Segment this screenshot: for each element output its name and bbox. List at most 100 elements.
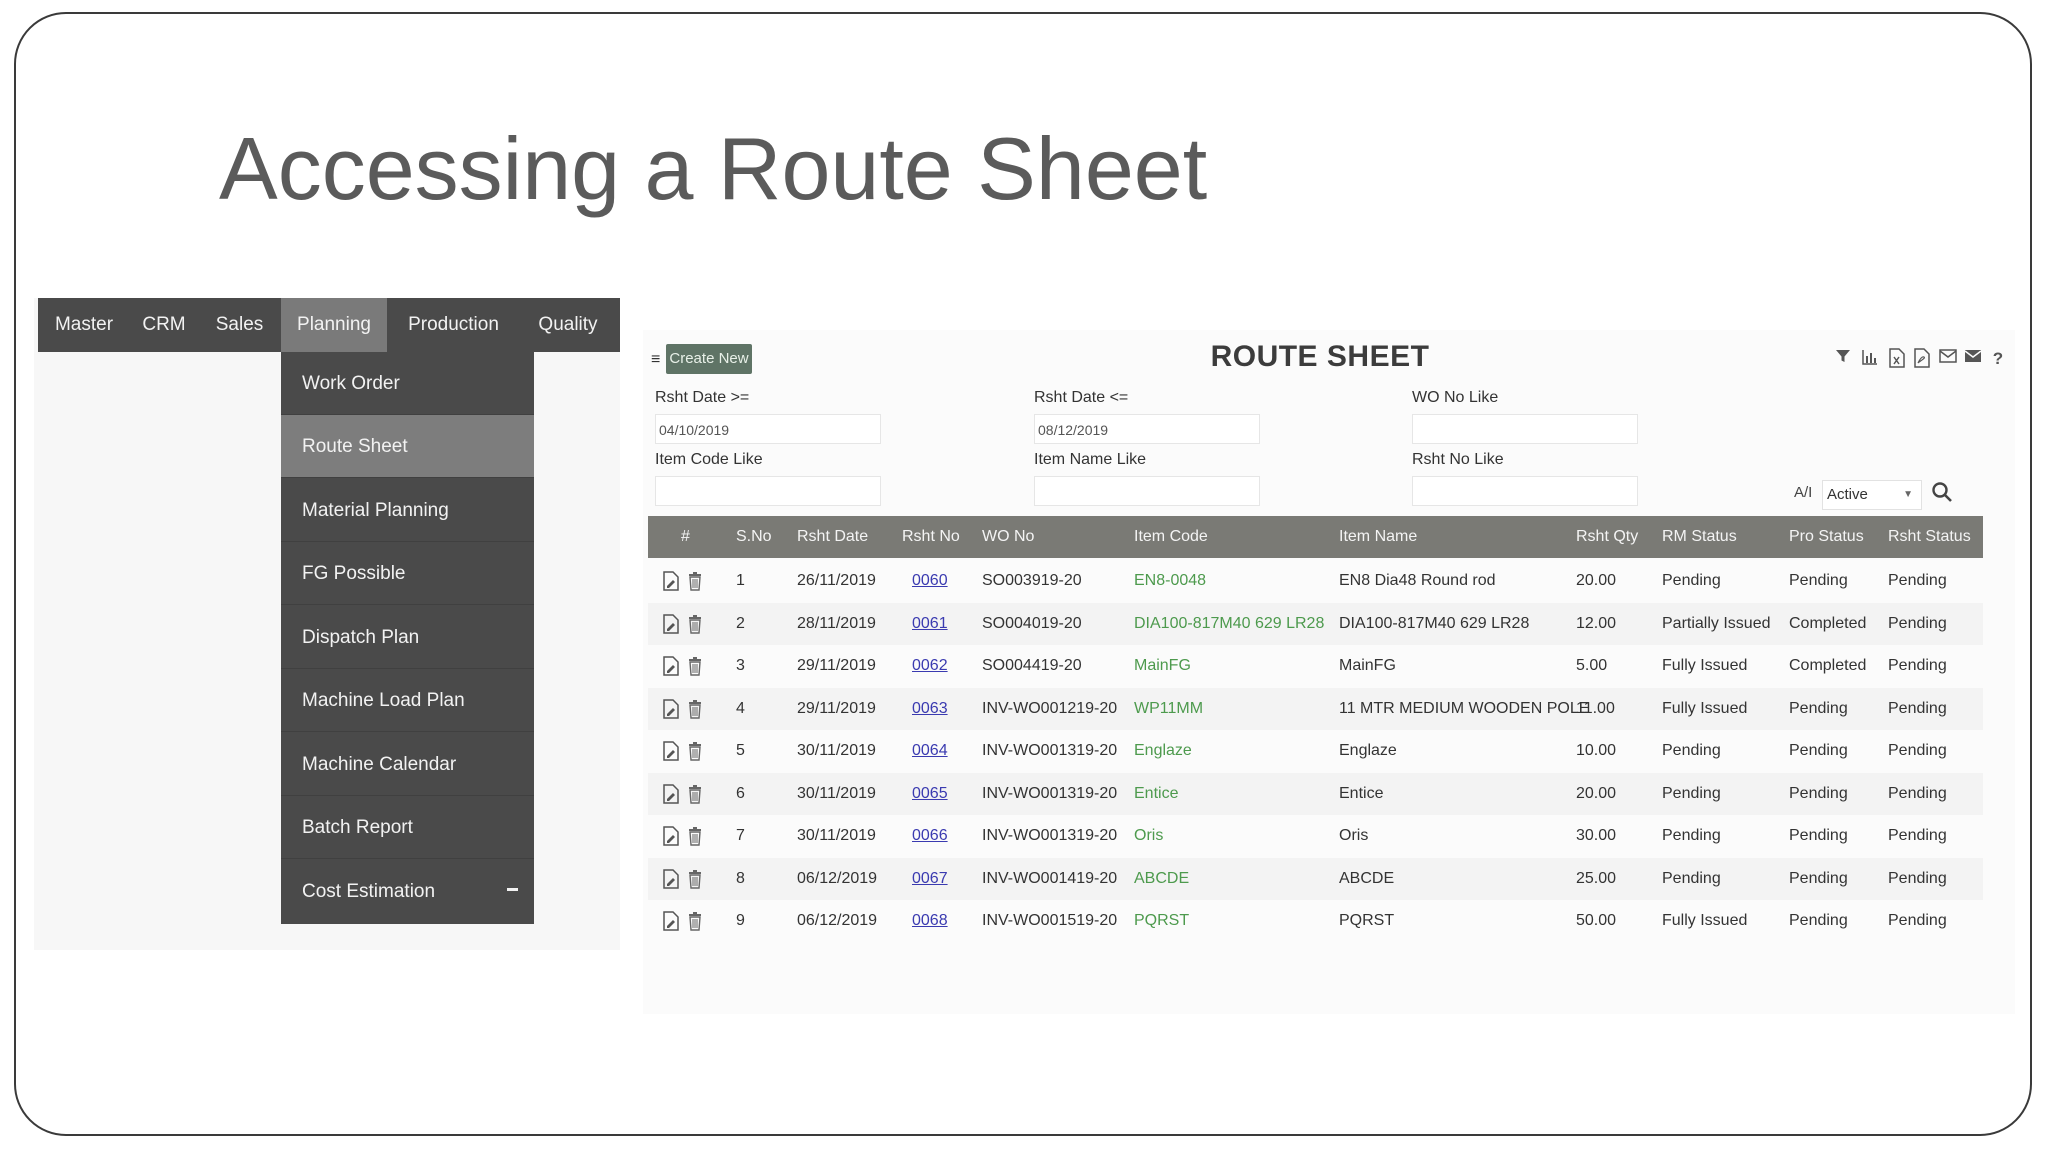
item-code-input[interactable] [655,476,881,506]
hamburger-icon[interactable]: ≡ [651,351,660,369]
cell-rm-status: Pending [1662,742,1721,759]
cell-item-name: DIA100-817M40 629 LR28 [1339,614,1530,632]
table-row: 3 29/11/2019 0062 SO004419-20 MainFG MainFG 5.… [648,645,1983,687]
trash-icon[interactable] [688,911,704,931]
edit-icon[interactable] [663,783,679,804]
edit-icon[interactable] [663,868,679,889]
col-rsht-qty[interactable]: Rsht Qty [1576,516,1638,558]
cell-rsht-no[interactable]: 0062 [912,645,948,687]
edit-icon[interactable] [663,613,679,634]
col-rm-status[interactable]: RM Status [1662,516,1737,558]
filter-icon[interactable] [1832,348,1854,370]
col-item-code[interactable]: Item Code [1134,516,1208,558]
trash-icon[interactable] [688,869,704,889]
table-row: 2 28/11/2019 0061 SO004019-20 DIA100-817M40 … [648,602,1983,645]
menu-crm[interactable]: CRM [130,298,198,352]
dropdown-item-batch-report[interactable]: Batch Report [281,796,534,859]
col-pro-status[interactable]: Pro Status [1789,516,1864,558]
menu-master[interactable]: Master [38,298,130,352]
menu-quality[interactable]: Quality [520,298,616,352]
item-name-input[interactable] [1034,476,1260,506]
dropdown-item-route-sheet[interactable]: Route Sheet [281,415,534,478]
cell-rsht-date: 28/11/2019 [797,614,876,632]
cell-rsht-no[interactable]: 0061 [912,603,948,645]
edit-icon[interactable] [663,911,679,931]
menu-sales[interactable]: Sales [198,298,281,352]
cell-item-code: PQRST [1134,912,1190,929]
cell-rsht-no[interactable]: 0066 [912,815,948,857]
help-icon[interactable]: ? [1987,348,2009,370]
ai-label: A/I [1794,484,1813,501]
cell-rsht-no[interactable]: 0060 [912,560,948,602]
cell-rm-status: Pending [1662,572,1721,589]
dropdown-item-material-planning[interactable]: Material Planning [281,479,534,542]
cell-rsht-date: 06/12/2019 [797,912,878,929]
table-row: 8 06/12/2019 0067 INV-WO001419-20 ABCDE ABCDE… [648,857,1983,900]
col-item-name[interactable]: Item Name [1339,516,1417,558]
cell-rsht-no[interactable]: 0064 [912,730,948,772]
col-rsht-no[interactable]: Rsht No [902,516,960,558]
col-sno[interactable]: S.No [736,516,772,558]
cell-rsht-no[interactable]: 0067 [912,858,948,900]
trash-icon[interactable] [688,571,704,591]
cell-rsht-no[interactable]: 0068 [912,900,948,942]
dropdown-item-cost-estimation[interactable]: Cost Estimation [281,860,534,923]
mail-outline-icon[interactable] [1937,348,1959,370]
edit-icon[interactable] [663,571,679,591]
edit-icon[interactable] [663,741,679,761]
cell-rsht-status: Pending [1888,699,1947,717]
col-rsht-status[interactable]: Rsht Status [1888,516,1971,558]
ai-select[interactable]: Active ▼ [1822,480,1922,510]
cell-pro-status: Pending [1789,869,1848,887]
rsht-no-label: Rsht No Like [1412,451,1504,468]
mail-icon[interactable] [1962,348,1984,370]
menu-production[interactable]: Production [387,298,520,352]
col-wo-no[interactable]: WO No [982,516,1034,558]
cell-rm-status: Pending [1662,784,1721,802]
table-row: 5 30/11/2019 0064 INV-WO001319-20 Englaze Eng… [648,730,1983,772]
cell-pro-status: Pending [1789,699,1848,717]
wo-no-input[interactable] [1412,414,1638,444]
cell-sno: 3 [736,657,745,674]
trash-icon[interactable] [688,784,704,804]
cell-rsht-no[interactable]: 0065 [912,773,948,815]
edit-icon[interactable] [663,656,679,676]
cell-item-code: ABCDE [1134,869,1190,887]
dropdown-item-machine-load-plan[interactable]: Machine Load Plan [281,669,534,732]
rsht-date-from-input[interactable]: 04/10/2019 [655,414,881,444]
edit-icon[interactable] [663,698,679,719]
bar-chart-icon[interactable] [1859,348,1881,370]
cell-rsht-no[interactable]: 0063 [912,688,948,730]
pdf-icon[interactable] [1911,348,1933,370]
cell-item-code: MainFG [1134,657,1191,674]
cell-rsht-date: 30/11/2019 [797,784,876,802]
cell-sno: 6 [736,784,745,802]
trash-icon[interactable] [688,699,704,719]
cell-sno: 2 [736,614,745,632]
trash-icon[interactable] [688,741,704,761]
create-new-button[interactable]: Create New [666,344,752,374]
search-icon[interactable] [1930,480,1954,504]
table-row: 4 29/11/2019 0063 INV-WO001219-20 WP11MM 11 M… [648,687,1983,730]
excel-icon[interactable] [1886,348,1908,370]
cell-rm-status: Partially Issued [1662,614,1771,632]
dropdown-item-machine-calendar[interactable]: Machine Calendar [281,733,534,796]
page-title: ROUTE SHEET [1210,340,1430,373]
rsht-date-to-input[interactable]: 08/12/2019 [1034,414,1260,444]
edit-icon[interactable] [663,826,679,846]
cell-rsht-date: 06/12/2019 [797,869,878,887]
menu-planning[interactable]: Planning [281,298,387,352]
collapse-icon[interactable] [507,888,518,891]
cell-rsht-date: 26/11/2019 [797,572,876,589]
col-rsht-date[interactable]: Rsht Date [797,516,868,558]
cell-wo-no: INV-WO001219-20 [982,699,1118,717]
trash-icon[interactable] [688,826,704,846]
trash-icon[interactable] [688,614,704,634]
dropdown-item-dispatch-plan[interactable]: Dispatch Plan [281,606,534,669]
trash-icon[interactable] [688,656,704,676]
rsht-no-input[interactable] [1412,476,1638,506]
cell-rsht-qty: 50.00 [1576,912,1617,929]
dropdown-item-work-order[interactable]: Work Order [281,352,534,415]
dropdown-item-fg-possible[interactable]: FG Possible [281,542,534,605]
table-row: 6 30/11/2019 0065 INV-WO001319-20 Entice Enti… [648,772,1983,815]
